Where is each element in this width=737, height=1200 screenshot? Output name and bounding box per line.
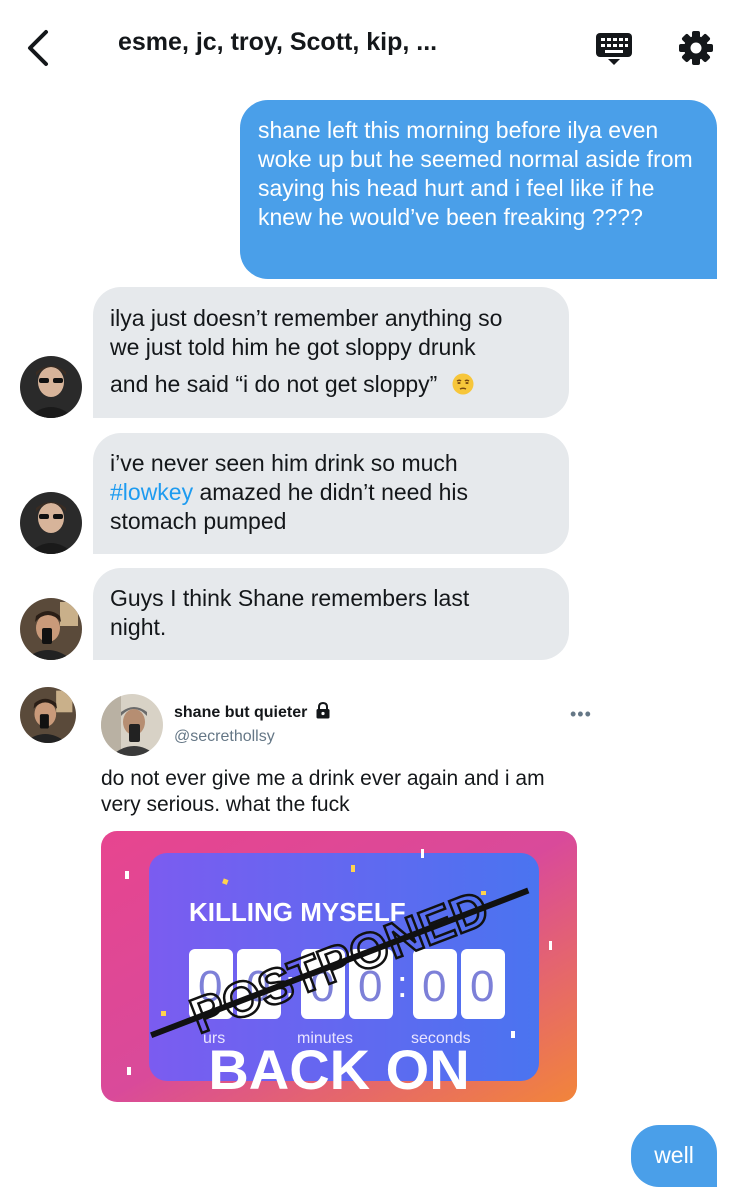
svg-text::: :: [397, 964, 408, 1006]
avatar[interactable]: [20, 356, 82, 418]
back-chevron-icon[interactable]: [22, 28, 56, 68]
message-line: we just told him he got sloppy drunk: [110, 334, 476, 360]
message-line: stomach pumped: [110, 508, 287, 534]
hashtag-link[interactable]: #lowkey: [110, 479, 193, 505]
message-line: night.: [110, 614, 167, 640]
unamused-face-icon: [452, 373, 474, 402]
lock-icon: [315, 701, 331, 724]
received-message[interactable]: ilya just doesn’t remember anything so w…: [93, 287, 569, 418]
tweet-text-line: do not ever give me a drink ever again a…: [101, 767, 545, 790]
tweet-author-handle[interactable]: @secrethollsy: [174, 728, 275, 746]
message-text: well: [654, 1142, 694, 1168]
more-options-icon[interactable]: •••: [570, 704, 592, 725]
message-line: i’ve never seen him drink so much: [110, 450, 458, 476]
tweet-author-name[interactable]: shane but quieter: [174, 701, 331, 724]
tweet-text: do not ever give me a drink ever again a…: [101, 766, 591, 818]
avatar[interactable]: [20, 598, 82, 660]
avatar[interactable]: [20, 492, 82, 554]
conversation-title: esme, jc, troy, Scott, kip, ...: [118, 28, 438, 56]
tweet-image[interactable]: KILLING MYSELF 0 0 : 0 0 : 0 0 urs minut…: [101, 831, 577, 1102]
keyboard-icon[interactable]: [594, 28, 634, 68]
svg-text:0: 0: [470, 962, 494, 1011]
sent-message[interactable]: shane left this morning before ilya even…: [240, 100, 717, 279]
tweet-text-line: very serious. what the fuck: [101, 793, 350, 816]
tweet-author-avatar[interactable]: [101, 694, 163, 756]
avatar[interactable]: [20, 687, 76, 743]
svg-text:0: 0: [422, 962, 446, 1011]
message-line: Guys I think Shane remembers last: [110, 585, 470, 611]
sent-message[interactable]: well: [631, 1125, 717, 1187]
gear-icon[interactable]: [676, 28, 716, 68]
received-message[interactable]: i’ve never seen him drink so much #lowke…: [93, 433, 569, 554]
message-line: ilya just doesn’t remember anything so: [110, 305, 503, 331]
message-line: amazed he didn’t need his: [193, 479, 469, 505]
meme-banner: BACK ON: [208, 1038, 469, 1101]
message-text: shane left this morning before ilya even…: [258, 117, 693, 230]
received-message[interactable]: Guys I think Shane remembers last night.: [93, 568, 569, 660]
message-line: and he said “i do not get sloppy”: [110, 371, 438, 397]
tweet-author-name-text: shane but quieter: [174, 704, 308, 721]
